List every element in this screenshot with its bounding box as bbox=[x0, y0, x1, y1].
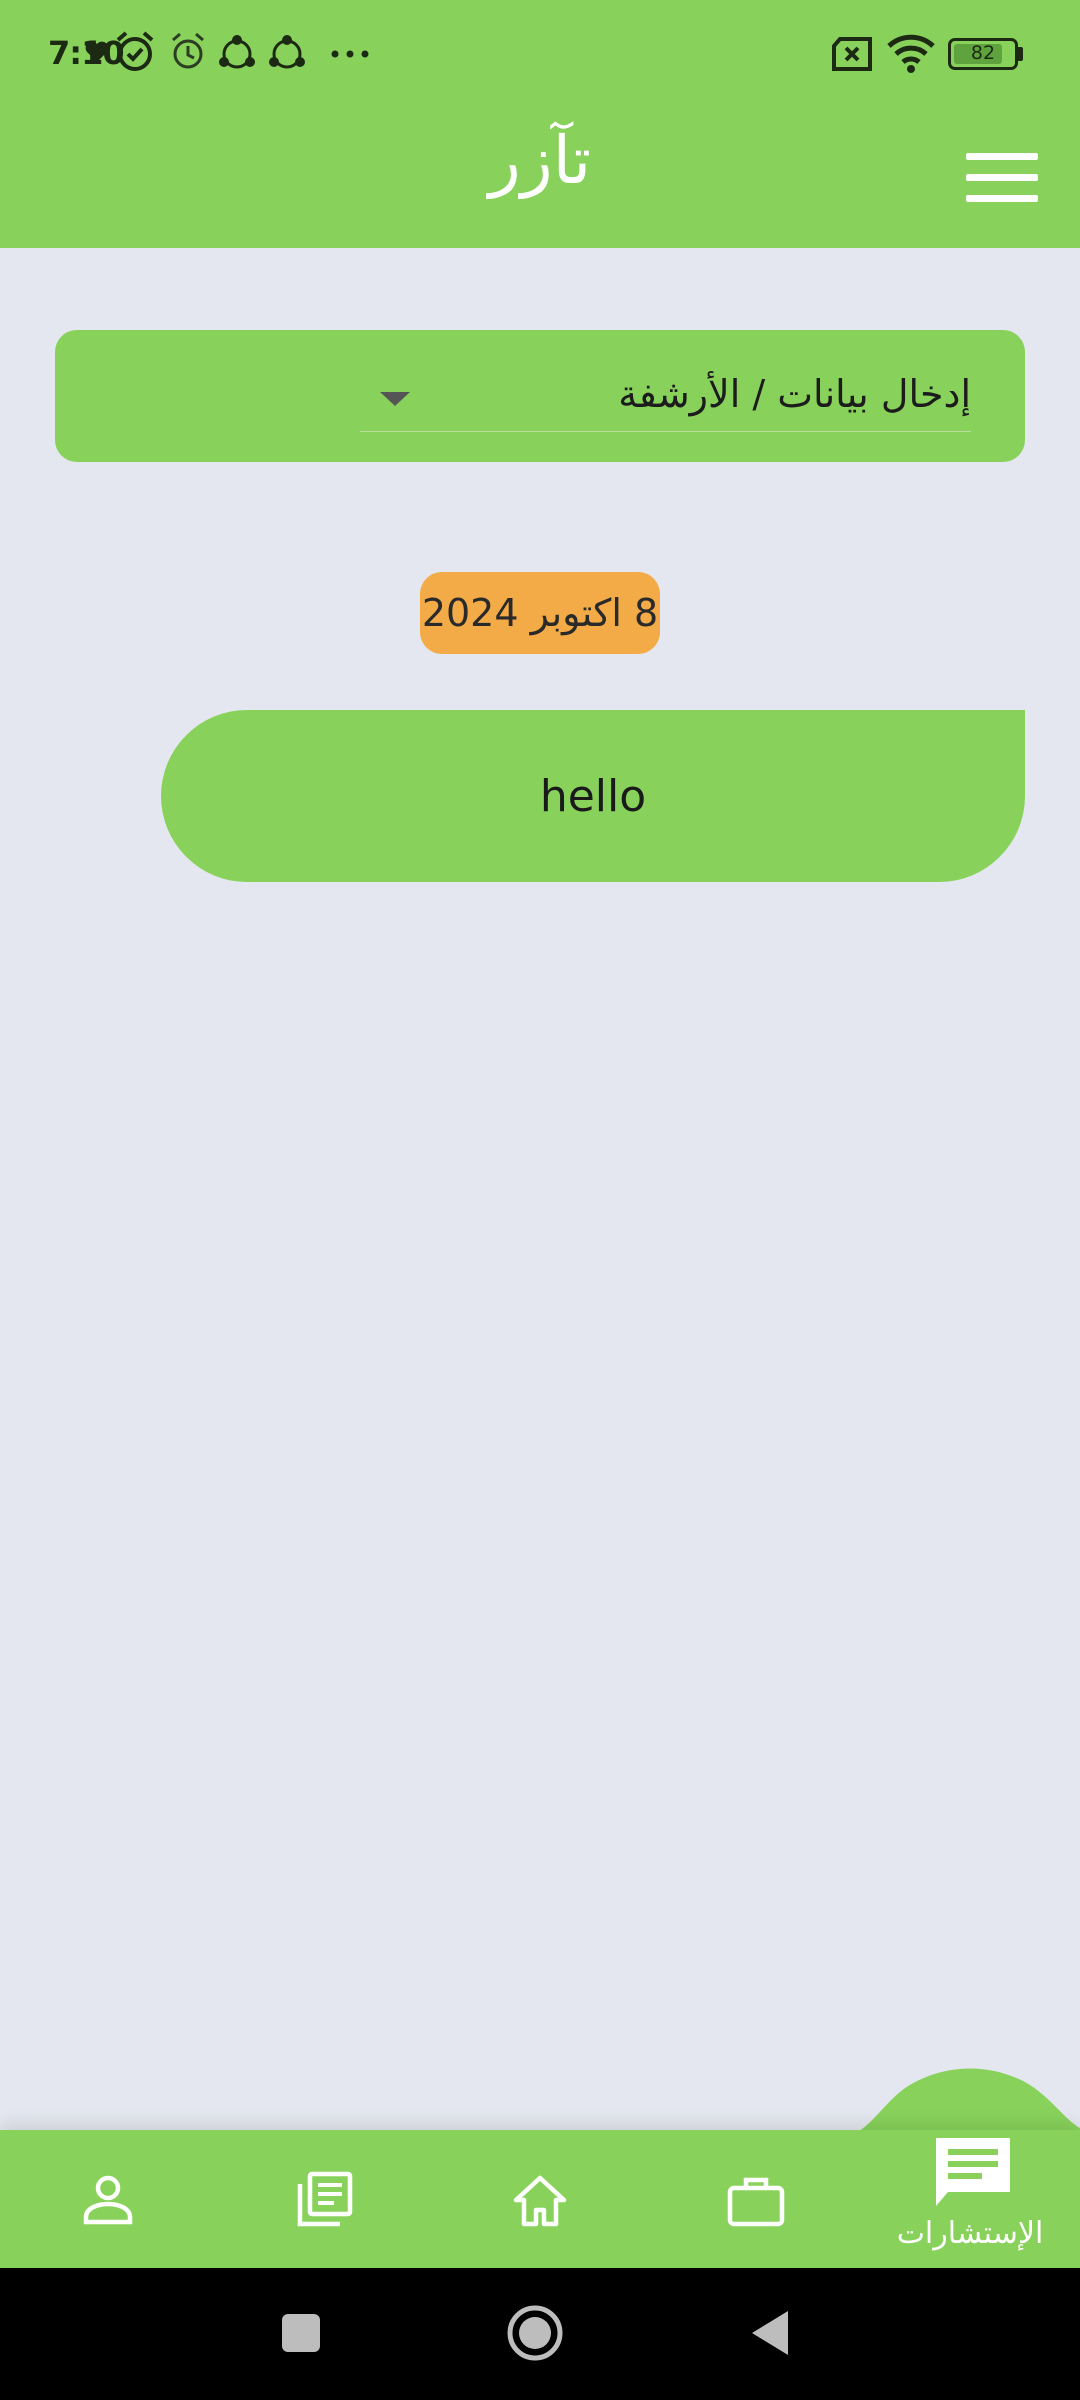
briefcase-icon bbox=[727, 2177, 785, 2227]
share-app-icon bbox=[219, 35, 255, 69]
app-bar: تآزر bbox=[0, 108, 1080, 248]
sim-error-icon bbox=[832, 37, 872, 71]
dropdown-underline bbox=[360, 431, 971, 432]
nav-library[interactable] bbox=[284, 2160, 364, 2240]
share-app-icon bbox=[269, 35, 305, 69]
chat-icon bbox=[936, 2138, 1010, 2206]
home-system-button[interactable] bbox=[506, 2304, 564, 2362]
back-button[interactable] bbox=[748, 2308, 792, 2358]
person-icon bbox=[83, 2175, 133, 2225]
category-dropdown-card: إدخال بيانات / الأرشفة bbox=[55, 330, 1025, 462]
alarm-outline-icon bbox=[172, 32, 204, 69]
more-dots-icon bbox=[331, 50, 369, 58]
nav-home[interactable] bbox=[500, 2160, 580, 2240]
app-title: تآزر bbox=[488, 122, 592, 199]
date-chip: 8 اكتوبر 2024 bbox=[420, 572, 660, 654]
home-icon bbox=[513, 2175, 567, 2227]
hamburger-menu-icon bbox=[966, 153, 1038, 202]
system-nav-bar bbox=[0, 2268, 1080, 2400]
alarm-icon bbox=[116, 31, 154, 71]
message-bubble: hello bbox=[161, 710, 1025, 882]
library-books-icon bbox=[297, 2171, 353, 2227]
dropdown-selected-value: إدخال بيانات / الأرشفة bbox=[618, 372, 971, 416]
nav-consultations-label: الإستشارات bbox=[896, 2216, 1044, 2251]
battery-nub bbox=[1018, 47, 1023, 61]
nav-profile[interactable] bbox=[68, 2160, 148, 2240]
recents-button[interactable] bbox=[280, 2312, 322, 2354]
dropdown-arrow-icon bbox=[380, 392, 410, 406]
heart-icon bbox=[85, 41, 109, 62]
battery-icon: 82 bbox=[948, 38, 1018, 70]
battery-percent-label: 82 bbox=[970, 42, 996, 64]
status-bar: 7:10 82 bbox=[0, 0, 1080, 108]
nav-consultations[interactable]: الإستشارات bbox=[880, 2120, 1060, 2260]
nav-jobs[interactable] bbox=[716, 2160, 796, 2240]
category-dropdown[interactable]: إدخال بيانات / الأرشفة bbox=[305, 352, 1025, 442]
wifi-icon bbox=[887, 34, 935, 73]
menu-button[interactable] bbox=[952, 138, 1052, 218]
